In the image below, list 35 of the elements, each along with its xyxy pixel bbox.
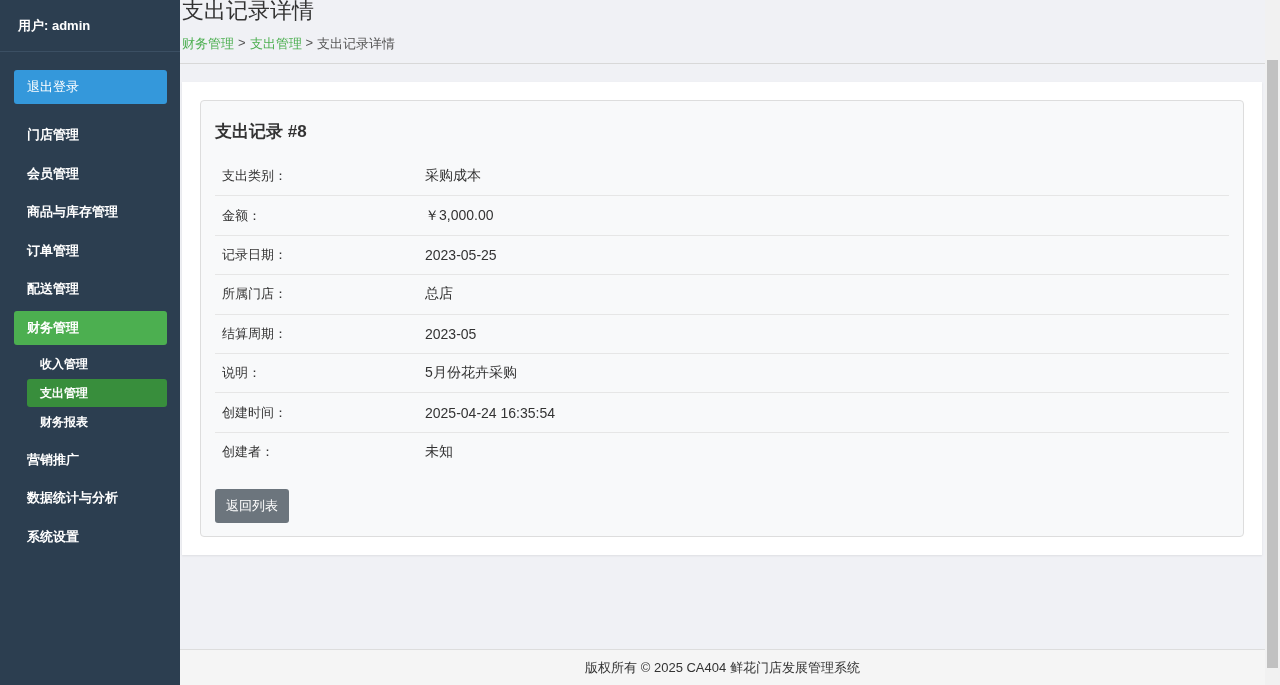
- field-label: 结算周期：: [221, 324, 288, 343]
- footer-text: 版权所有 © 2025 CA404 鲜花门店发展管理系统: [180, 649, 1265, 685]
- page-title: 支出记录详情: [182, 0, 315, 25]
- field-value: 2023-05-25: [425, 246, 497, 263]
- breadcrumb-current: 支出记录详情: [317, 35, 396, 53]
- field-value: ￥3,000.00: [425, 206, 494, 225]
- field-value: 2025-04-24 16:35:54: [425, 404, 555, 421]
- breadcrumb-separator: >: [305, 35, 314, 52]
- breadcrumb-separator: >: [238, 35, 246, 52]
- field-label: 支出类别：: [221, 167, 288, 186]
- submenu-item[interactable]: 支出管理: [27, 379, 167, 407]
- menu-item[interactable]: 营销推广: [14, 442, 167, 477]
- submenu-item[interactable]: 收入管理: [27, 350, 167, 378]
- field-label: 金额：: [221, 206, 262, 225]
- menu-item[interactable]: 订单管理: [14, 233, 167, 268]
- field-value: 总店: [425, 285, 453, 304]
- submenu-item[interactable]: 财务报表: [27, 408, 167, 436]
- record-title: 支出记录 #8: [215, 121, 308, 143]
- field-label: 创建者：: [221, 442, 275, 461]
- field-label: 说明：: [221, 364, 262, 383]
- field-label: 所属门店：: [221, 285, 288, 304]
- field-value: 2023-05: [425, 325, 477, 342]
- field-value: 未知: [425, 442, 453, 461]
- field-label: 记录日期：: [221, 245, 288, 264]
- menu-item[interactable]: 系统设置: [14, 519, 167, 554]
- menu-item[interactable]: 会员管理: [14, 156, 167, 191]
- back-button[interactable]: 返回列表: [215, 489, 289, 524]
- scrollbar[interactable]: [1265, 0, 1280, 685]
- field-label: 创建时间：: [221, 403, 288, 422]
- menu-item[interactable]: 数据统计与分析: [14, 481, 167, 515]
- menu-item[interactable]: 配送管理: [14, 272, 167, 306]
- field-value: 5月份花卉采购: [425, 364, 517, 383]
- field-value: 采购成本: [425, 167, 481, 186]
- menu-item[interactable]: 商品与库存管理: [14, 195, 167, 229]
- menu-item[interactable]: 门店管理: [14, 118, 167, 152]
